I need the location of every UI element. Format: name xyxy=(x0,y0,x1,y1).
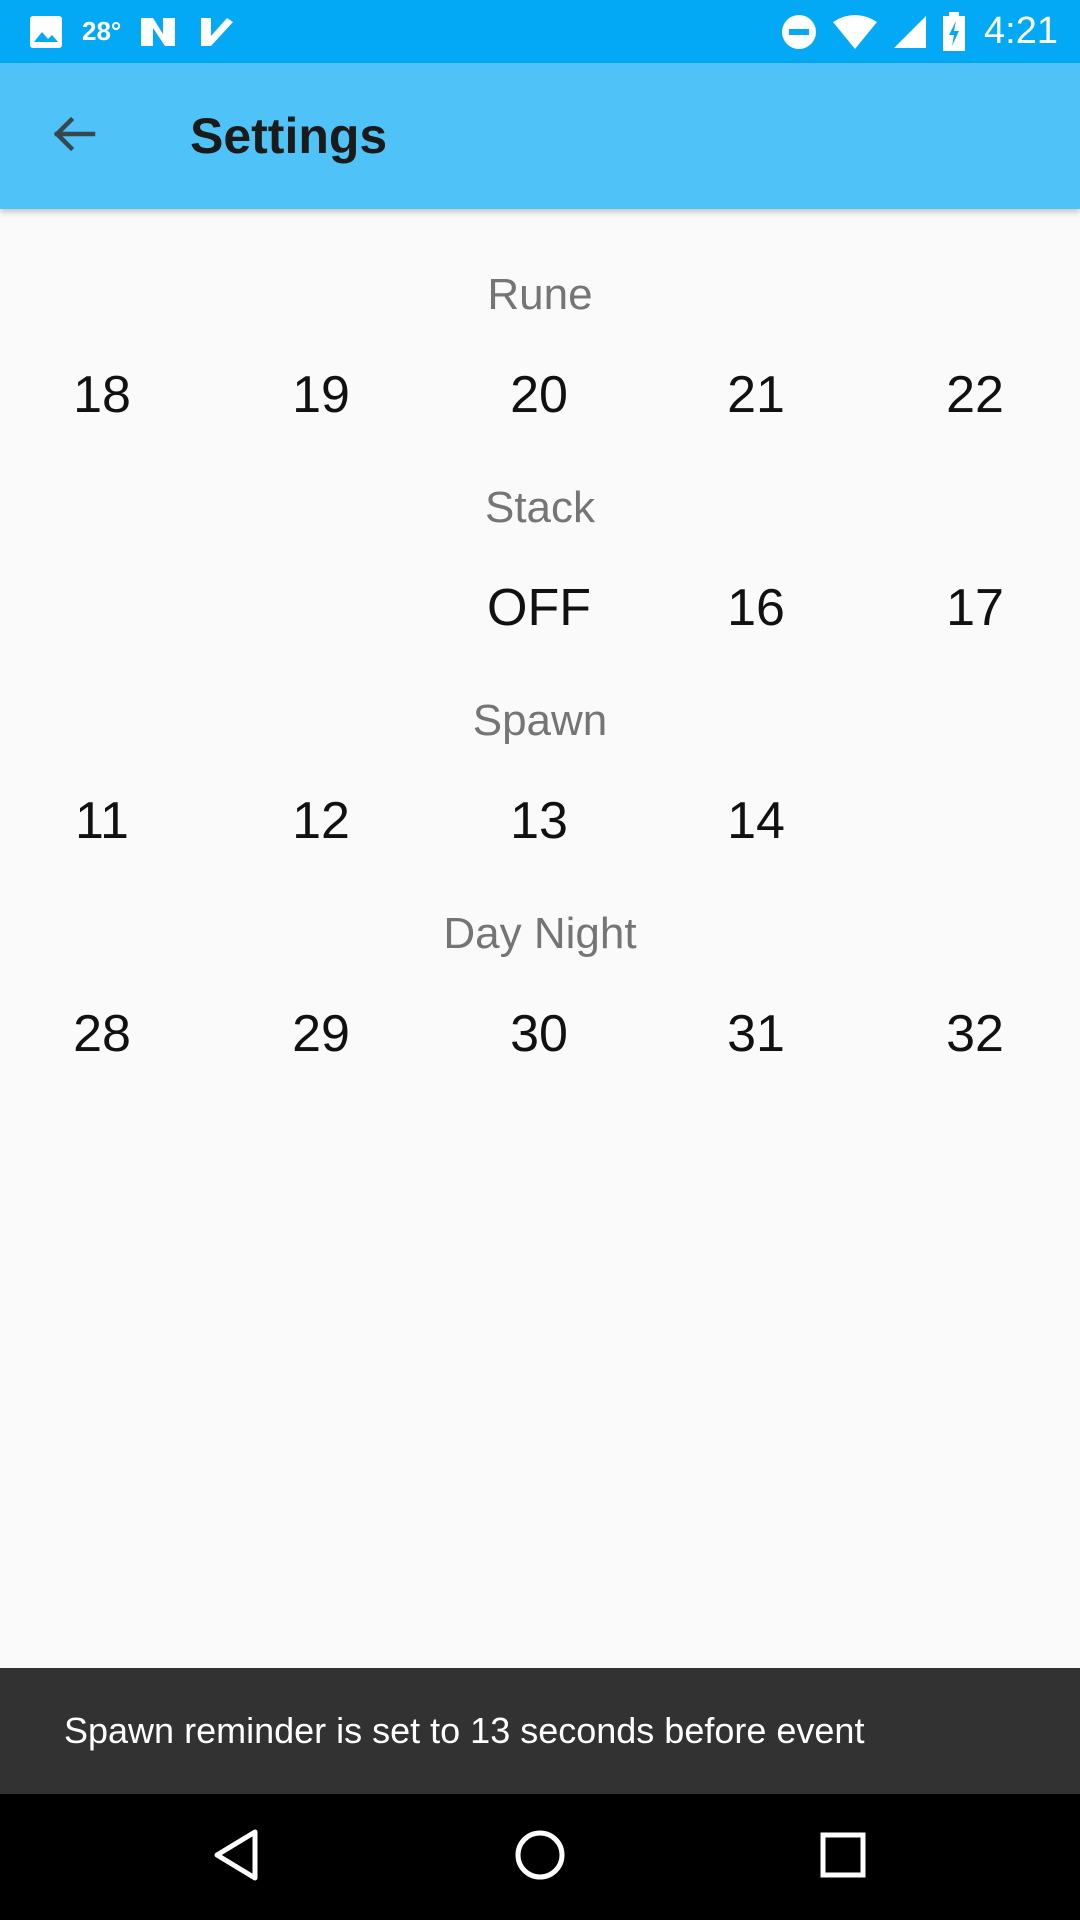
status-bar: 28° 4:21 xyxy=(0,0,1080,63)
day-night-option[interactable]: 31 xyxy=(666,1004,846,1064)
section-title-rune: Rune xyxy=(487,270,593,319)
rune-option[interactable]: 21 xyxy=(666,365,846,425)
stack-option[interactable]: 17 xyxy=(885,578,1065,638)
n-app-icon xyxy=(139,14,179,50)
spawn-option[interactable]: 12 xyxy=(231,791,411,851)
day-night-option[interactable]: 32 xyxy=(885,1004,1065,1064)
check-app-icon xyxy=(197,14,235,50)
app-bar: Settings xyxy=(0,63,1080,209)
battery-charging-icon xyxy=(942,11,966,52)
home-circle-icon xyxy=(513,1828,567,1887)
arrow-back-icon xyxy=(49,110,97,163)
stack-option-off[interactable]: OFF xyxy=(449,578,629,638)
section-title-day-night: Day Night xyxy=(443,909,637,958)
rune-option[interactable]: 18 xyxy=(12,365,192,425)
spawn-option[interactable]: 13 xyxy=(449,791,629,851)
dnd-icon xyxy=(780,13,818,51)
image-icon xyxy=(28,14,64,50)
back-button[interactable] xyxy=(36,99,110,173)
nav-recents-button[interactable] xyxy=(803,1817,883,1897)
signal-icon xyxy=(892,14,928,50)
back-triangle-icon xyxy=(211,1828,261,1887)
day-night-option[interactable]: 30 xyxy=(449,1004,629,1064)
wifi-icon xyxy=(832,14,878,50)
snackbar: Spawn reminder is set to 13 seconds befo… xyxy=(0,1668,1080,1794)
spawn-option[interactable]: 14 xyxy=(666,791,846,851)
navigation-bar xyxy=(0,1794,1080,1920)
nav-home-button[interactable] xyxy=(500,1817,580,1897)
snackbar-message: Spawn reminder is set to 13 seconds befo… xyxy=(64,1710,865,1751)
nav-back-button[interactable] xyxy=(196,1817,276,1897)
spawn-option[interactable]: 11 xyxy=(12,791,192,851)
clock-text: 4:21 xyxy=(984,10,1058,52)
section-title-stack: Stack xyxy=(484,483,596,532)
rune-option[interactable]: 22 xyxy=(885,365,1065,425)
temperature-text: 28° xyxy=(82,16,122,46)
section-title-spawn: Spawn xyxy=(472,696,608,745)
day-night-option[interactable]: 29 xyxy=(231,1004,411,1064)
rune-option[interactable]: 19 xyxy=(231,365,411,425)
stack-option[interactable]: 16 xyxy=(666,578,846,638)
page-title: Settings xyxy=(190,108,388,164)
recents-square-icon xyxy=(818,1830,868,1885)
rune-option[interactable]: 20 xyxy=(449,365,629,425)
day-night-option[interactable]: 28 xyxy=(12,1004,192,1064)
